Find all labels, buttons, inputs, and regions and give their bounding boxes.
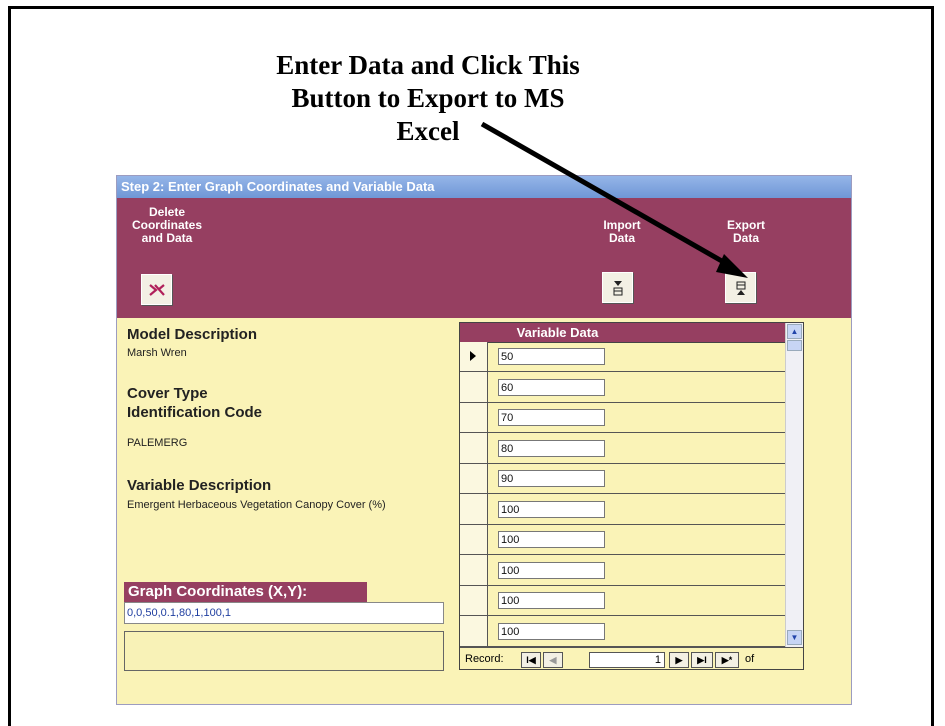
vertical-scrollbar[interactable]: ▲ ▼ xyxy=(785,323,803,647)
import-table-icon xyxy=(613,280,622,295)
scroll-down-icon[interactable]: ▼ xyxy=(787,630,802,645)
import-label: Import Data xyxy=(597,219,647,245)
form-toolbar: Delete Coordinates and Data Import Data … xyxy=(117,198,851,318)
record-of-label: of xyxy=(745,653,755,665)
variable-value-input[interactable]: 100 xyxy=(498,500,605,518)
graph-coordinates-input[interactable]: 0,0,50,0.1,80,1,100,1 xyxy=(124,602,444,624)
export-label-line-2: Data xyxy=(732,231,759,245)
next-record-button[interactable]: ▶ xyxy=(669,652,689,668)
access-form-window: Step 2: Enter Graph Coordinates and Vari… xyxy=(116,175,852,705)
callout-line-1: Enter Data and Click This xyxy=(276,50,580,80)
table-row: 90 xyxy=(487,464,788,494)
scroll-up-icon[interactable]: ▲ xyxy=(787,324,802,339)
table-row: 100 xyxy=(487,525,788,555)
variable-value-input[interactable]: 70 xyxy=(498,409,605,426)
table-row: 50 xyxy=(487,342,788,372)
callout-text: Enter Data and Click This Button to Expo… xyxy=(200,49,656,148)
cover-type-label: Cover Type Identification Code xyxy=(127,384,262,422)
import-data-button[interactable] xyxy=(602,272,633,303)
import-label-line-2: Data xyxy=(608,231,635,245)
export-table-icon xyxy=(736,281,745,295)
table-row: 100 xyxy=(487,617,788,647)
new-record-button[interactable]: ▶* xyxy=(715,652,739,668)
table-row: 100 xyxy=(487,556,788,586)
variable-data-header-label: Variable Data xyxy=(516,325,599,340)
variable-description-value: Emergent Herbaceous Vegetation Canopy Co… xyxy=(127,499,386,511)
record-selector[interactable] xyxy=(460,556,487,586)
cover-type-value: PALEMERG xyxy=(127,437,188,449)
variable-data-header: Variable Data xyxy=(460,323,803,343)
export-label: Export Data xyxy=(717,219,775,245)
delete-x-icon xyxy=(148,283,165,296)
variable-value-input[interactable]: 90 xyxy=(498,470,605,487)
model-description-value: Marsh Wren xyxy=(127,347,187,359)
graph-coordinates-label: Graph Coordinates (X,Y): xyxy=(124,582,367,602)
delete-label: Delete Coordinates and Data xyxy=(127,206,207,245)
last-record-button[interactable]: ▶I xyxy=(691,652,713,668)
record-selector[interactable] xyxy=(460,525,487,555)
table-row: 60 xyxy=(487,373,788,403)
variable-value-input[interactable]: 100 xyxy=(498,622,605,640)
delete-coordinates-button[interactable] xyxy=(141,274,172,305)
table-row: 70 xyxy=(487,403,788,433)
variable-value-input[interactable]: 100 xyxy=(498,561,605,579)
callout-line-3: Excel xyxy=(396,116,460,146)
cover-type-label-line-2: Identification Code xyxy=(127,404,262,421)
prev-record-button[interactable]: ◀ xyxy=(543,652,563,668)
graph-coordinates-box[interactable] xyxy=(124,631,444,671)
record-selector[interactable] xyxy=(460,586,487,616)
record-selector[interactable] xyxy=(460,495,487,525)
window-title: Step 2: Enter Graph Coordinates and Vari… xyxy=(117,176,851,198)
record-selector[interactable] xyxy=(460,464,487,494)
record-selector[interactable] xyxy=(460,373,487,403)
variable-value-input[interactable]: 60 xyxy=(498,378,605,396)
record-selector[interactable] xyxy=(460,617,487,647)
first-record-button[interactable]: I◀ xyxy=(521,652,541,668)
record-selector[interactable] xyxy=(460,403,487,433)
variable-value-input[interactable]: 80 xyxy=(498,439,605,457)
record-selector[interactable] xyxy=(460,342,487,372)
current-record-icon xyxy=(470,351,476,361)
variable-data-subform: Variable Data 50 60 70 80 90 100 100 100 100 100 … xyxy=(459,322,804,670)
export-data-button[interactable] xyxy=(725,272,756,303)
cover-type-label-line-1: Cover Type xyxy=(127,385,208,402)
delete-label-line-3: and Data xyxy=(141,231,193,245)
table-row: 100 xyxy=(487,586,788,616)
record-selector[interactable] xyxy=(460,434,487,464)
record-number-input[interactable]: 1 xyxy=(589,652,665,668)
variable-value-input[interactable]: 100 xyxy=(498,531,605,548)
model-description-label: Model Description xyxy=(127,326,258,343)
record-navigation: Record: I◀ ◀ 1 ▶ ▶I ▶* of xyxy=(460,647,803,669)
table-row: 80 xyxy=(487,434,788,464)
scroll-thumb[interactable] xyxy=(787,340,802,351)
table-row: 100 xyxy=(487,495,788,525)
variable-value-input[interactable]: 100 xyxy=(498,592,605,609)
variable-description-label: Variable Description xyxy=(127,477,272,494)
record-label: Record: xyxy=(465,653,504,665)
variable-value-input[interactable]: 50 xyxy=(498,348,605,365)
callout-line-2: Button to Export to MS xyxy=(291,83,565,113)
